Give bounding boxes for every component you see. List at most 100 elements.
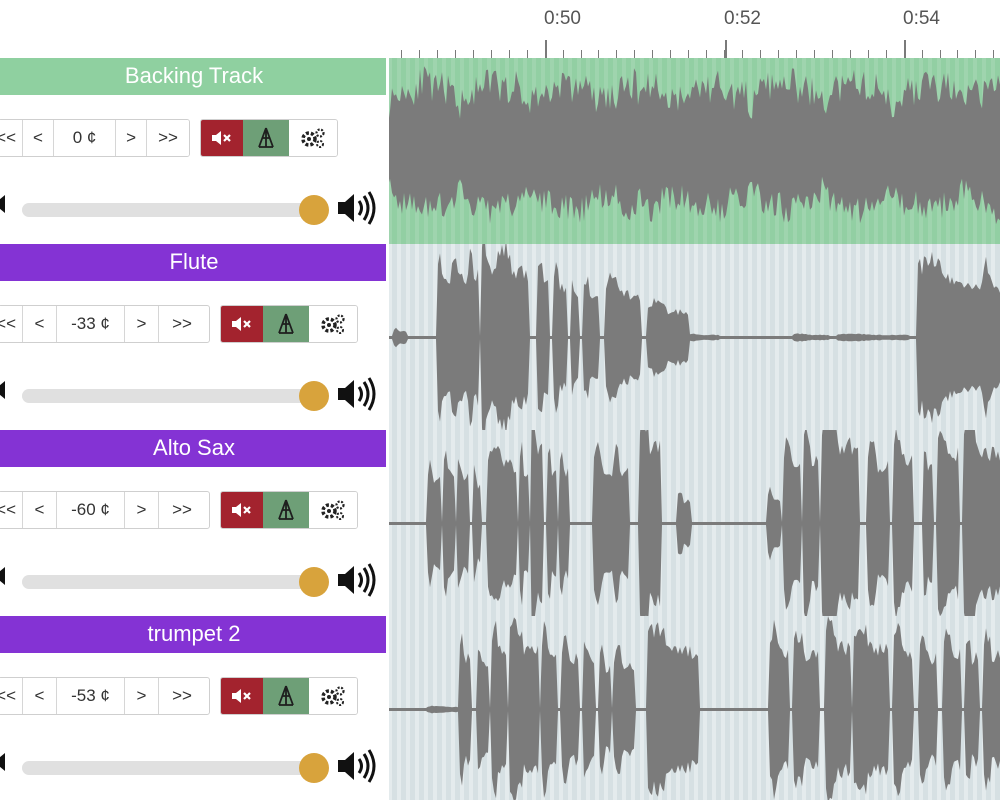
timeline-minor-tick <box>401 50 402 58</box>
track-title[interactable]: Flute <box>0 244 388 281</box>
mute-button[interactable] <box>221 306 263 342</box>
track-title[interactable]: Backing Track <box>0 58 388 95</box>
timeline-minor-tick <box>903 50 905 58</box>
waveform-shape <box>388 66 1000 225</box>
volume-slider-thumb[interactable] <box>299 753 329 783</box>
next-button[interactable]: > <box>116 120 148 156</box>
timeline-label: 0:52 <box>724 8 761 29</box>
cents-value: -33 ¢ <box>57 306 125 342</box>
volume-row <box>0 371 388 417</box>
timeline-minor-tick <box>526 50 528 58</box>
cents-value: -60 ¢ <box>57 492 125 528</box>
timeline-ruler[interactable]: 0:50 0:52 0:54 <box>390 0 1000 58</box>
prev-button[interactable]: < <box>23 306 57 342</box>
volume-low-icon <box>0 753 5 771</box>
track-title[interactable]: Alto Sax <box>0 430 388 467</box>
volume-slider-thumb[interactable] <box>299 381 329 411</box>
settings-button[interactable] <box>309 306 357 342</box>
track-controls: << < -60 ¢ > >> <box>0 467 388 617</box>
track-alto-sax: Alto Sax << < -60 ¢ > >> <box>0 430 1000 617</box>
prev-button[interactable]: < <box>23 492 57 528</box>
track-toggles <box>220 305 358 343</box>
solo-button[interactable] <box>263 306 309 342</box>
volume-high-icon <box>338 377 376 411</box>
volume-slider-thumb[interactable] <box>299 195 329 225</box>
waveform-backing[interactable] <box>388 58 1000 245</box>
cents-value: -53 ¢ <box>57 678 125 714</box>
timeline-minor-tick <box>742 50 744 58</box>
next-button[interactable]: > <box>125 678 159 714</box>
timeline-minor-tick <box>867 50 869 58</box>
waveform-trumpet-2[interactable] <box>388 616 1000 800</box>
volume-slider[interactable] <box>22 575 317 589</box>
timeline-minor-tick <box>670 50 672 58</box>
volume-slider[interactable] <box>22 761 317 775</box>
first-button[interactable]: << <box>0 120 23 156</box>
mute-button[interactable] <box>221 492 263 528</box>
track-trumpet-2: trumpet 2 << < -53 ¢ > >> <box>0 616 1000 800</box>
panel-divider <box>386 58 389 800</box>
settings-button[interactable] <box>309 492 357 528</box>
volume-row <box>0 557 388 603</box>
volume-slider-thumb[interactable] <box>299 567 329 597</box>
solo-icon <box>278 499 294 520</box>
volume-high-icon <box>338 563 376 597</box>
mute-button[interactable] <box>221 678 263 714</box>
timeline-minor-tick <box>849 50 851 58</box>
waveform-canvas <box>388 58 1000 245</box>
first-button[interactable]: << <box>0 492 23 528</box>
solo-icon <box>278 313 294 334</box>
pitch-control: << < -53 ¢ > >> <box>0 677 210 715</box>
solo-button[interactable] <box>243 120 289 156</box>
track-toggles <box>220 677 358 715</box>
timeline-minor-tick <box>436 50 438 58</box>
timeline-minor-tick <box>688 50 690 58</box>
volume-high-icon <box>338 749 376 783</box>
mute-button[interactable] <box>201 120 243 156</box>
pitch-control: << < -33 ¢ > >> <box>0 305 210 343</box>
prev-button[interactable]: < <box>23 120 55 156</box>
volume-low-icon <box>0 195 5 213</box>
timeline-minor-tick <box>993 50 995 58</box>
timeline-label: 0:50 <box>544 8 581 29</box>
next-next-button[interactable]: >> <box>159 306 205 342</box>
gears-icon <box>301 128 325 148</box>
next-button[interactable]: > <box>125 492 159 528</box>
settings-button[interactable] <box>289 120 337 156</box>
waveform-alto-sax[interactable] <box>388 430 1000 617</box>
next-button[interactable]: > <box>125 306 159 342</box>
waveform-canvas <box>388 244 1000 431</box>
settings-button[interactable] <box>309 678 357 714</box>
waveform-canvas <box>388 430 1000 617</box>
timeline-minor-tick <box>706 50 708 58</box>
timeline-minor-tick <box>580 50 582 58</box>
volume-slider[interactable] <box>22 389 317 403</box>
timeline-minor-tick <box>813 50 815 58</box>
timeline-minor-tick <box>921 50 923 58</box>
track-flute: Flute << < -33 ¢ > >> <box>0 244 1000 431</box>
solo-button[interactable] <box>263 492 309 528</box>
mute-icon <box>232 689 251 703</box>
waveform-canvas <box>388 616 1000 800</box>
first-button[interactable]: << <box>0 678 23 714</box>
timeline-minor-tick <box>472 50 474 58</box>
timeline-minor-tick <box>777 50 779 58</box>
solo-button[interactable] <box>263 678 309 714</box>
first-button[interactable]: << <box>0 306 23 342</box>
solo-icon <box>258 127 274 148</box>
timeline-minor-tick <box>724 50 726 58</box>
next-next-button[interactable]: >> <box>159 492 205 528</box>
track-controls: << < 0 ¢ > >> <box>0 95 388 245</box>
timeline-minor-tick <box>544 50 546 58</box>
volume-slider[interactable] <box>22 203 317 217</box>
next-next-button[interactable]: >> <box>159 678 205 714</box>
timeline-minor-tick <box>975 50 977 58</box>
timeline-minor-tick <box>634 50 636 58</box>
timeline-minor-tick <box>616 50 618 58</box>
timeline-minor-tick <box>652 50 654 58</box>
timeline-minor-tick <box>562 50 564 58</box>
waveform-flute[interactable] <box>388 244 1000 431</box>
prev-button[interactable]: < <box>23 678 57 714</box>
next-next-button[interactable]: >> <box>147 120 189 156</box>
track-title[interactable]: trumpet 2 <box>0 616 388 653</box>
